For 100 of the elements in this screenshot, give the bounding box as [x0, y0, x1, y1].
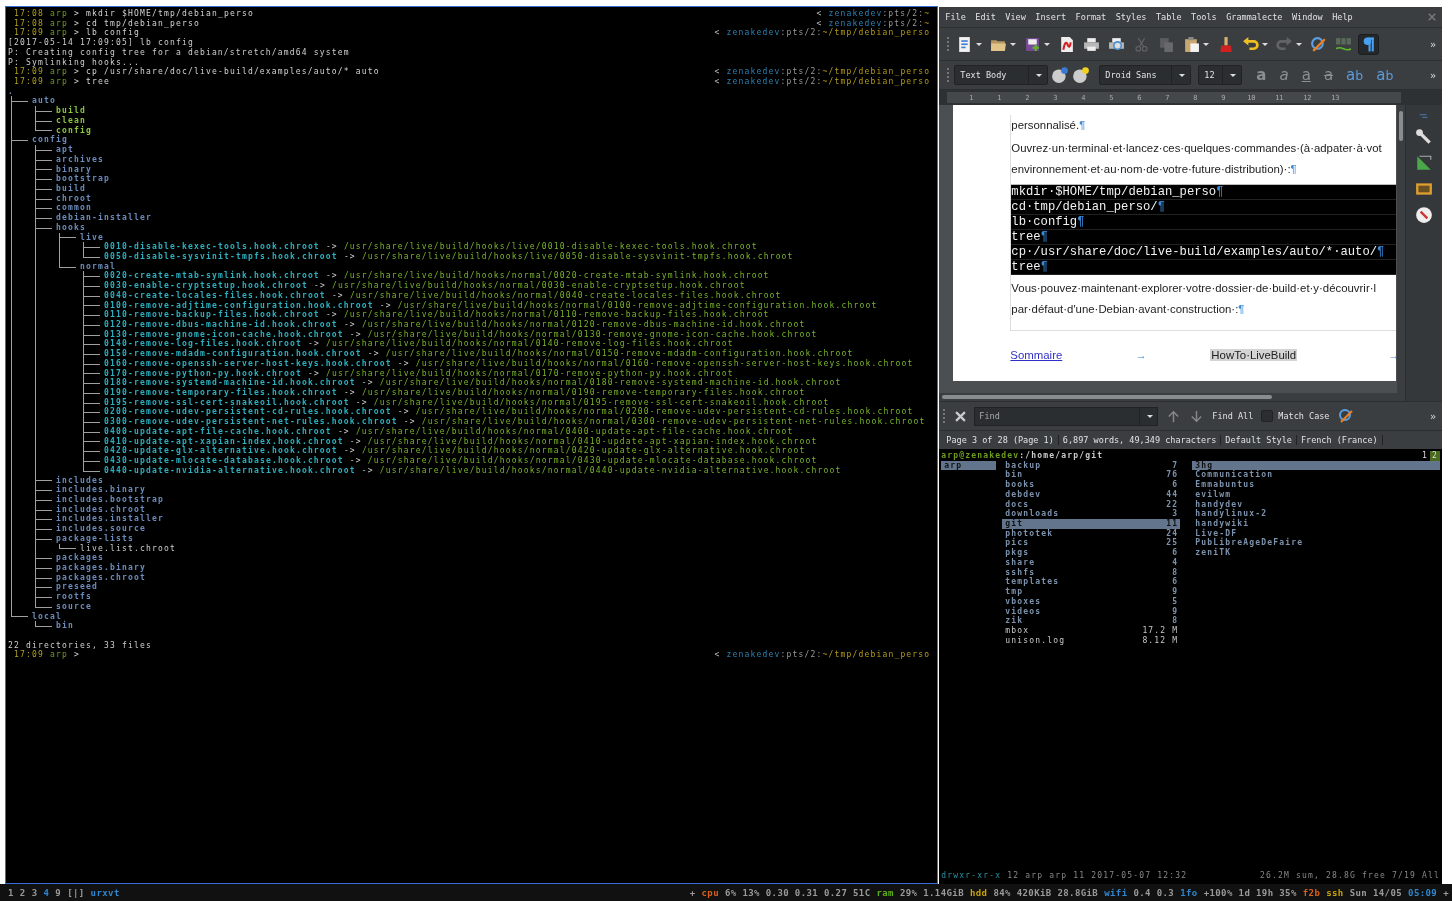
symlink-entry: 0010-disable-kexec-tools.hook.chroot -> /usr/share/live/build/hooks/live/0010-disable-kexec-tools.hook.chroot — [104, 242, 758, 252]
undo-icon — [1242, 35, 1260, 53]
scroll-text: All — [1422, 871, 1440, 880]
find-field[interactable]: Find — [974, 406, 1141, 426]
directory-item[interactable]: backup 7 — [1002, 460, 1181, 471]
directory-item[interactable]: books 6 — [1002, 480, 1181, 490]
tab-indicator[interactable]: 2 — [1430, 451, 1440, 461]
document-text-line: par·défaut·d'une·Debian·avant·construction·:¶ — [1011, 302, 1246, 317]
prompt-command: 17:09 arp > cp /usr/share/doc/live-build/examples/auto/* auto — [13, 67, 380, 77]
menu-item[interactable]: Table — [1155, 11, 1182, 23]
layout-indicator: [|] — [67, 887, 85, 898]
clipboard-icon — [1183, 35, 1201, 53]
code-line: mkdir·$HOME/tmp/debian_perso¶ — [1011, 185, 1397, 200]
prompt-command: 17:09 arp > lb config — [14, 28, 140, 39]
status-field: Page 3 of 28 (Page 1) — [942, 435, 1059, 445]
code-line: tree¶ — [1011, 260, 1397, 275]
triangle-ruler-icon[interactable] — [1415, 154, 1433, 172]
update-style-icon[interactable] — [1051, 66, 1070, 84]
plain-file-entry[interactable]: mbox 17.2 M — [1002, 625, 1181, 636]
close-icon[interactable] — [955, 410, 967, 422]
directory-item[interactable]: sshfs 8 — [1002, 567, 1181, 578]
menu-item[interactable]: Format — [1075, 11, 1107, 23]
directory-item[interactable]: handydev — [1192, 499, 1440, 510]
disk-summary: 26.2M sum, 28.8G free — [1260, 871, 1386, 880]
overflow-chevron[interactable]: » — [1429, 38, 1436, 50]
summary-link[interactable]: Sommaire — [1010, 349, 1136, 361]
directory-item[interactable]: debdev 44 — [1002, 489, 1181, 500]
folder-name: chroot — [56, 193, 92, 204]
status-text: + — [689, 887, 696, 898]
directory-item[interactable]: Emmabuntus — [1192, 480, 1440, 490]
plain-file-entry[interactable]: unison.log 8.12 M — [1002, 635, 1181, 646]
wrench-icon[interactable] — [1415, 128, 1433, 146]
directory-item[interactable]: Live-DF — [1192, 528, 1440, 539]
menu-item[interactable]: Grammalecte — [1226, 11, 1283, 23]
directory-item[interactable]: phototek 24 — [1002, 528, 1181, 539]
directory-item[interactable]: docs 22 — [1002, 499, 1181, 510]
status-field: French (France) — [1296, 435, 1383, 445]
status-text: ssh — [1326, 887, 1344, 898]
pilcrow-button[interactable] — [1358, 33, 1380, 55]
directory-item[interactable]: 3hg — [1192, 460, 1440, 471]
vertical-scrollbar[interactable] — [1399, 111, 1403, 141]
folder-name: normal — [80, 261, 116, 271]
code-line: cd·tmp/debian_perso/¶ — [1011, 200, 1397, 215]
menu-item[interactable]: Styles — [1115, 11, 1147, 23]
directory-item[interactable]: vboxes 5 — [1002, 596, 1181, 607]
workspace-tab[interactable]: 3 — [31, 887, 38, 898]
find-all-button[interactable]: Find All — [1212, 411, 1254, 421]
arrow-symbol: → — [1135, 349, 1148, 361]
menu-item[interactable]: Tools — [1191, 11, 1217, 23]
directory-item[interactable]: Communication — [1192, 470, 1440, 481]
folder-name: includes.installer — [56, 514, 164, 524]
directory-item[interactable]: pics 25 — [1002, 538, 1181, 549]
spelling-icon[interactable] — [1337, 408, 1354, 424]
directory-item[interactable]: bin 76 — [1002, 470, 1181, 481]
overflow-chevron[interactable]: » — [1429, 69, 1436, 81]
folder-name: auto — [32, 96, 56, 107]
compass-icon[interactable] — [1415, 206, 1433, 224]
directory-item[interactable]: downloads 3 — [1002, 509, 1181, 520]
menu-item[interactable]: View — [1005, 11, 1026, 23]
directory-item[interactable]: evilwm — [1192, 489, 1440, 500]
menu-item[interactable]: File — [945, 11, 966, 23]
directory-item[interactable]: PubLibreAgeDeFaire — [1192, 538, 1440, 549]
picture-icon[interactable] — [1415, 180, 1433, 198]
symlink-entry: 0195-remove-ssl-cert-snakeoil.hook.chroot -> /usr/share/live/build/hooks/normal/0195-remove-ssl-cert-snakeoil.hook.chroot — [104, 397, 830, 407]
directory-item[interactable]: pkgs 6 — [1002, 548, 1181, 558]
symlink-entry: 0300-remove-udev-persistent-net-rules.hook.chroot -> /usr/share/live/build/hooks/normal/0300-remove-udev-persistent-net-rules.hook.chroot — [104, 417, 926, 427]
directory-item[interactable]: handywiki — [1192, 519, 1440, 529]
menu-item[interactable]: Help — [1332, 11, 1353, 23]
menu-item[interactable]: Edit — [975, 11, 996, 23]
workspace-tab[interactable]: 1 — [8, 887, 14, 898]
position-text: 7/19 — [1392, 871, 1416, 880]
menu-item[interactable]: Insert — [1035, 11, 1067, 23]
paragraph-style-combo[interactable]: Text Body — [954, 65, 1049, 85]
font-size-combo[interactable]: 12 — [1198, 65, 1243, 85]
menu-item[interactable]: Window — [1291, 11, 1323, 23]
overflow-chevron[interactable]: » — [1429, 410, 1436, 422]
dropdown-button[interactable] — [1140, 406, 1159, 426]
folder-name: binary — [56, 164, 92, 175]
folder-name: packages.binary — [56, 562, 146, 573]
horizontal-scrollbar[interactable] — [942, 395, 1273, 399]
new-style-icon[interactable] — [1072, 66, 1091, 84]
directory-item[interactable]: zeniTK — [1192, 548, 1440, 558]
symlink-entry: 0100-remove-adjtime-configuration.hook.chroot -> /usr/share/live/build/hooks/normal/0100-remove-adjtime-configuration.hook.chroot — [104, 300, 878, 311]
match-case-checkbox[interactable] — [1261, 410, 1274, 422]
directory-item[interactable]: videos 9 — [1002, 606, 1181, 617]
directory-item[interactable]: zik 8 — [1002, 616, 1181, 626]
directory-item[interactable]: templates 6 — [1002, 577, 1181, 588]
directory-item[interactable]: git 11 — [1002, 519, 1181, 529]
tab-indicator[interactable]: 1 — [1420, 451, 1430, 461]
workspace-tab[interactable]: 9 — [55, 887, 62, 898]
font-name-combo[interactable]: Droid Sans — [1099, 65, 1192, 85]
directory-item[interactable]: share 4 — [1002, 557, 1181, 568]
directory-item[interactable]: arp — [941, 460, 997, 471]
directory-item[interactable]: tmp 9 — [1002, 587, 1181, 597]
folder-name: includes.bootstrap — [56, 494, 164, 505]
workspace-tab[interactable]: 2 — [19, 887, 26, 898]
workspace-tab[interactable]: 4 — [43, 887, 50, 898]
symlink-entry: 0400-update-apt-file-cache.hook.chroot -> /usr/share/live/build/hooks/normal/0400-update-apt-file-cache.hook.chroot — [104, 426, 794, 437]
directory-item[interactable]: handylinux-2 — [1192, 509, 1440, 520]
folder-name: live — [80, 232, 104, 243]
